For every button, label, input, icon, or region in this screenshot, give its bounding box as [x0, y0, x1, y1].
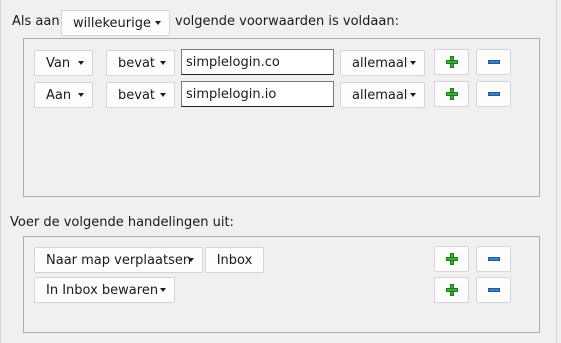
condition-case-value: allemaal	[352, 87, 408, 103]
chevron-down-icon	[160, 288, 166, 292]
plus-icon	[445, 284, 458, 296]
window-left-edge	[0, 0, 1, 343]
remove-condition-button[interactable]	[476, 49, 511, 75]
chevron-down-icon	[188, 258, 194, 262]
condition-case-dropdown[interactable]: allemaal	[340, 50, 425, 76]
chevron-down-icon	[78, 61, 84, 65]
condition-operator-dropdown[interactable]: bevat	[106, 50, 175, 76]
condition-value-input[interactable]: simplelogin.io	[181, 81, 334, 107]
actions-header-label: Voer de volgende handelingen uit:	[10, 215, 234, 230]
target-folder-label: Inbox	[216, 252, 253, 268]
chevron-down-icon	[155, 21, 161, 25]
condition-value-input[interactable]: simplelogin.co	[181, 49, 334, 75]
remove-action-button[interactable]	[476, 246, 511, 272]
add-action-button[interactable]	[434, 277, 469, 303]
condition-value-text: simplelogin.io	[186, 86, 277, 102]
action-type-dropdown[interactable]: Naar map verplaatsen	[34, 247, 203, 273]
match-mode-dropdown[interactable]: willekeurige	[61, 10, 170, 36]
target-folder-button[interactable]: Inbox	[205, 247, 264, 273]
condition-field-dropdown[interactable]: Aan	[34, 82, 93, 108]
minus-icon	[487, 257, 500, 261]
plus-icon	[445, 56, 458, 68]
add-action-button[interactable]	[434, 246, 469, 272]
window-right-edge	[556, 0, 557, 343]
minus-icon	[487, 60, 500, 64]
minus-icon	[487, 288, 500, 292]
condition-field-dropdown[interactable]: Van	[34, 50, 93, 76]
chevron-down-icon	[160, 61, 166, 65]
remove-action-button[interactable]	[476, 277, 511, 303]
chevron-down-icon	[410, 93, 416, 97]
condition-operator-value: bevat	[118, 87, 156, 103]
condition-case-value: allemaal	[352, 55, 408, 71]
minus-icon	[487, 92, 500, 96]
condition-case-dropdown[interactable]: allemaal	[340, 82, 425, 108]
chevron-down-icon	[410, 61, 416, 65]
condition-value-text: simplelogin.co	[186, 54, 280, 70]
add-condition-button[interactable]	[434, 49, 469, 75]
condition-operator-dropdown[interactable]: bevat	[106, 82, 175, 108]
header-prefix-label: Als aan	[12, 14, 60, 29]
add-condition-button[interactable]	[434, 81, 469, 107]
plus-icon	[445, 88, 458, 100]
action-type-value: Naar map verplaatsen	[46, 252, 192, 268]
match-mode-value: willekeurige	[73, 15, 151, 31]
condition-field-value: Aan	[46, 87, 72, 103]
action-type-dropdown[interactable]: In Inbox bewaren	[34, 277, 175, 303]
condition-operator-value: bevat	[118, 55, 156, 71]
remove-condition-button[interactable]	[476, 81, 511, 107]
header-suffix-label: volgende voorwaarden is voldaan:	[175, 14, 399, 29]
chevron-down-icon	[160, 93, 166, 97]
condition-field-value: Van	[46, 55, 71, 71]
plus-icon	[445, 253, 458, 265]
chevron-down-icon	[78, 93, 84, 97]
action-type-value: In Inbox bewaren	[46, 282, 159, 298]
